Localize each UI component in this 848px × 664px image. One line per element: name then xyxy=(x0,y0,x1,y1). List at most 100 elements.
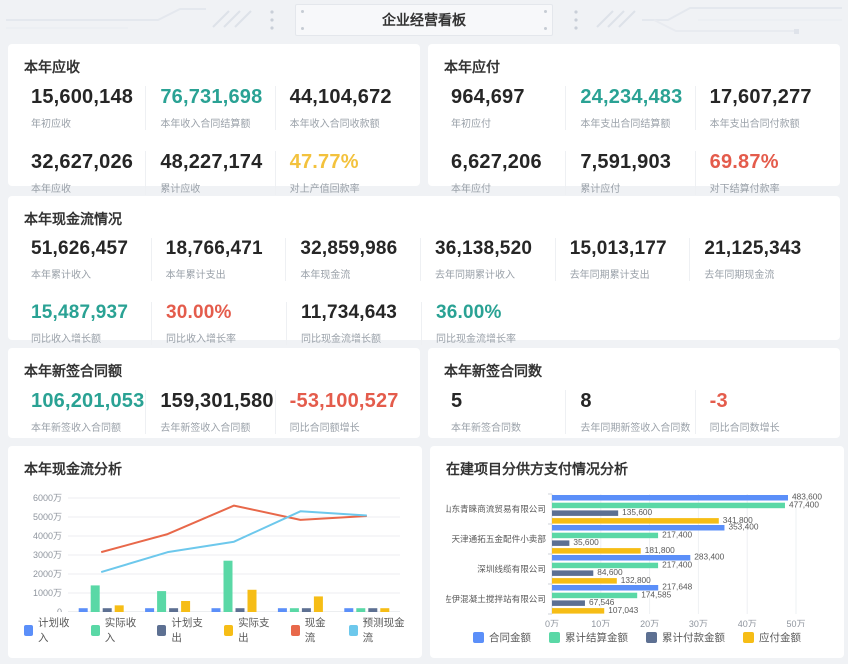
corner-dot xyxy=(301,10,304,13)
legend-label: 累计付款金额 xyxy=(662,630,725,645)
metric-value: 11,734,643 xyxy=(301,302,421,324)
svg-text:1000万: 1000万 xyxy=(33,588,62,598)
metric-value: 15,013,177 xyxy=(570,238,690,260)
metric-value: 6,627,206 xyxy=(451,151,565,174)
svg-text:283,400: 283,400 xyxy=(694,552,724,562)
svg-text:0: 0 xyxy=(57,607,62,612)
legend-item[interactable]: 预测现金流 xyxy=(349,615,406,645)
legend-item[interactable]: 实际支出 xyxy=(224,615,273,645)
kpi-row-3: 本年新签合同额 106,201,053本年新签收入合同额159,301,580去… xyxy=(8,348,840,438)
bar xyxy=(103,608,112,612)
metric: -3同比合同数增长 xyxy=(695,390,824,434)
metric: 15,600,148年初应收 xyxy=(24,86,145,130)
page-title: 企业经营看板 xyxy=(382,12,466,28)
svg-text:35,600: 35,600 xyxy=(573,537,599,547)
svg-text:30万: 30万 xyxy=(689,619,708,627)
dashboard-page: 企业经营看板 本年应收 15,600,148年初应收76,731,698本年收入… xyxy=(0,0,848,664)
metric-label: 去年同期累计收入 xyxy=(435,266,555,281)
metric-label: 本年支出合同结算额 xyxy=(580,115,694,130)
legend-item[interactable]: 实际收入 xyxy=(91,615,140,645)
bar xyxy=(248,590,257,612)
metric-value: 15,487,937 xyxy=(31,302,151,324)
svg-text:深圳线缆有限公司: 深圳线缆有限公司 xyxy=(477,563,546,574)
metric-value: 159,301,580 xyxy=(160,390,274,413)
metric-label: 本年现金流 xyxy=(300,266,420,281)
legend-item[interactable]: 计划收入 xyxy=(24,615,73,645)
metric: 159,301,580去年新签收入合同额 xyxy=(145,390,274,434)
legend-item[interactable]: 计划支出 xyxy=(157,615,206,645)
metric: 69.87%对下结算付款率 xyxy=(695,151,824,195)
bar xyxy=(552,600,585,606)
svg-text:4000万: 4000万 xyxy=(33,531,62,541)
legend-label: 实际收入 xyxy=(105,615,140,645)
bar xyxy=(181,601,190,612)
legend-swatch xyxy=(291,625,300,636)
metric: 30.00%同比收入增长率 xyxy=(151,302,286,345)
metric-value: -53,100,527 xyxy=(290,390,404,413)
header: 企业经营看板 xyxy=(0,0,848,40)
payable-metrics-row2: 6,627,206 本年应付7,591,903累计应付69.87%对下结算付款率 xyxy=(444,151,824,195)
metric-value: 44,104,672 xyxy=(290,86,404,109)
legend-label: 累计结算金额 xyxy=(565,630,628,645)
legend-item[interactable]: 累计付款金额 xyxy=(646,630,725,645)
corner-dot xyxy=(301,27,304,30)
bar xyxy=(169,608,178,612)
svg-text:3000万: 3000万 xyxy=(33,550,62,560)
contract-count-metrics: 5本年新签合同数8去年同期新签收入合同数-3同比合同数增长 xyxy=(444,390,824,434)
metric: 48,227,174累计应收 xyxy=(145,151,274,195)
svg-text:5000万: 5000万 xyxy=(33,512,62,522)
metric: 7,591,903累计应付 xyxy=(565,151,694,195)
circuit-decoration-right xyxy=(558,0,848,40)
legend-label: 实际支出 xyxy=(238,615,273,645)
metric-value: 51,626,457 xyxy=(31,238,151,260)
card-cashflow-title: 本年现金流情况 xyxy=(24,209,824,229)
svg-text:20万: 20万 xyxy=(640,619,659,627)
svg-text:135,600: 135,600 xyxy=(622,507,652,517)
svg-text:477,400: 477,400 xyxy=(789,499,819,509)
bar xyxy=(212,608,221,612)
corner-dot xyxy=(544,10,547,13)
bar xyxy=(552,525,724,531)
metric: 15,013,177去年同期累计支出 xyxy=(555,238,690,281)
legend-item[interactable]: 累计结算金额 xyxy=(549,630,628,645)
bar xyxy=(278,608,287,612)
svg-text:2000万: 2000万 xyxy=(33,569,62,579)
legend-swatch xyxy=(91,625,100,636)
bar xyxy=(552,495,788,501)
legend-item[interactable]: 应付金额 xyxy=(743,630,801,645)
bar xyxy=(552,608,604,614)
legend-swatch xyxy=(646,632,657,643)
metric: -53,100,527同比合同额增长 xyxy=(275,390,404,434)
metric-label: 本年应付 xyxy=(451,180,565,195)
metric-label: 对下结算付款率 xyxy=(710,180,824,195)
card-cashflow-summary: 本年现金流情况 51,626,457本年累计收入18,766,471本年累计支出… xyxy=(8,196,840,340)
card-receivable: 本年应收 15,600,148年初应收76,731,698本年收入合同结算额44… xyxy=(8,44,420,186)
legend-item[interactable]: 合同金额 xyxy=(473,630,531,645)
metric-value: 32,627,026 xyxy=(31,151,145,174)
card-contract-count: 本年新签合同数 5本年新签合同数8去年同期新签收入合同数-3同比合同数增长 xyxy=(428,348,840,438)
svg-text:40万: 40万 xyxy=(738,619,757,627)
legend-label: 合同金额 xyxy=(489,630,531,645)
kpi-row-2: 本年现金流情况 51,626,457本年累计收入18,766,471本年累计支出… xyxy=(8,196,840,340)
bar xyxy=(314,596,323,612)
legend-swatch xyxy=(157,625,166,636)
metric-label: 对上产值回款率 xyxy=(290,180,404,195)
lines-layer xyxy=(101,506,367,572)
supplier-hbar-chart: 0万10万20万30万40万50万山东青睐商流贸易有限公司天津通拓五金配件小卖部… xyxy=(446,488,828,627)
metric-value: 30.00% xyxy=(166,302,286,324)
metric: 47.77%对上产值回款率 xyxy=(275,151,404,195)
bar xyxy=(356,608,365,612)
bar xyxy=(290,608,299,612)
metric-value: 32,859,986 xyxy=(300,238,420,260)
legend-item[interactable]: 现金流 xyxy=(291,615,331,645)
grid-layer: 0 1000万 2000万 3000万 4000万 5000万 6000万 xyxy=(33,493,400,612)
metric: 32,627,026本年应收 xyxy=(24,151,145,195)
svg-text:6000万: 6000万 xyxy=(33,493,62,503)
svg-text:107,043: 107,043 xyxy=(608,605,638,615)
cashflow-metrics-row2: 15,487,937同比收入增长额30.00%同比收入增长率11,734,643… xyxy=(24,302,824,345)
metric-label: 同比现金流增长率 xyxy=(436,330,556,345)
legend-label: 计划收入 xyxy=(38,615,73,645)
metric-value: -3 xyxy=(710,390,824,413)
svg-text:217,400: 217,400 xyxy=(662,559,692,569)
metric: 36.00%同比现金流增长率 xyxy=(421,302,556,345)
